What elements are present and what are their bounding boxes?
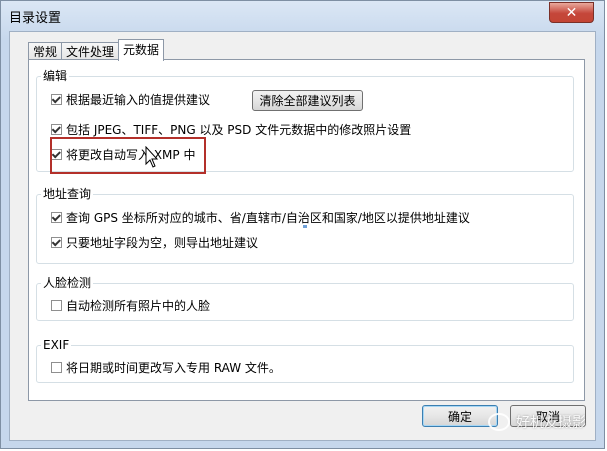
checkbox-include-settings[interactable]: [51, 123, 62, 135]
mouse-cursor-icon: [145, 146, 159, 168]
checkbox-row-exif-raw[interactable]: 将日期或时间更改写入专用 RAW 文件。: [51, 359, 281, 375]
group-address: 地址查询 查询 GPS 坐标所对应的城市、省/直辖市/自治区和国家/地区以提供地…: [36, 187, 574, 264]
checkbox-gps[interactable]: [51, 211, 62, 223]
group-face-title: 人脸检测: [41, 276, 94, 290]
group-exif-title: EXIF: [41, 338, 72, 352]
watermark-text: 好机友摄影: [516, 415, 586, 431]
dialog-window: 目录设置 ✕ 常规 文件处理 元数据 编辑 根据最近输入的值提供建议 清除全部建…: [0, 0, 605, 449]
focus-marker: [303, 225, 307, 228]
tab-metadata[interactable]: 元数据: [118, 39, 165, 61]
watermark: 好机友摄影: [488, 412, 586, 432]
checkbox-exif-raw[interactable]: [51, 361, 62, 373]
metadata-panel: 编辑 根据最近输入的值提供建议 清除全部建议列表 包括 JPEG、TIFF、PN…: [28, 59, 585, 401]
ok-button[interactable]: 确定: [422, 405, 498, 427]
checkbox-face[interactable]: [51, 299, 62, 311]
checkbox-export-address[interactable]: [51, 236, 62, 248]
checkbox-include-settings-label: 包括 JPEG、TIFF、PNG 以及 PSD 文件元数据中的修改照片设置: [66, 122, 412, 137]
tab-strip: 常规 文件处理 元数据: [28, 39, 165, 61]
window-title: 目录设置: [9, 11, 62, 26]
checkbox-export-address-label: 只要地址字段为空，则导出地址建议: [66, 235, 259, 250]
checkbox-row-include-settings[interactable]: 包括 JPEG、TIFF、PNG 以及 PSD 文件元数据中的修改照片设置: [51, 121, 411, 137]
group-face: 人脸检测 自动检测所有照片中的人脸: [36, 276, 574, 321]
clear-suggestions-button[interactable]: 清除全部建议列表: [252, 90, 363, 111]
dialog-client: 常规 文件处理 元数据 编辑 根据最近输入的值提供建议 清除全部建议列表 包括 …: [9, 31, 596, 441]
group-exif: EXIF 将日期或时间更改写入专用 RAW 文件。: [36, 338, 574, 383]
close-icon: ✕: [565, 4, 578, 21]
title-bar[interactable]: 目录设置 ✕: [1, 1, 604, 29]
checkbox-row-face[interactable]: 自动检测所有照片中的人脸: [51, 297, 210, 313]
checkbox-face-label: 自动检测所有照片中的人脸: [66, 298, 211, 313]
group-address-title: 地址查询: [41, 187, 94, 201]
checkbox-suggest-label: 根据最近输入的值提供建议: [66, 92, 211, 107]
checkbox-suggest[interactable]: [51, 93, 62, 105]
checkbox-row-suggest[interactable]: 根据最近输入的值提供建议: [51, 91, 210, 107]
checkbox-row-export-address[interactable]: 只要地址字段为空，则导出地址建议: [51, 234, 258, 250]
highlight-box: [50, 137, 206, 174]
close-button[interactable]: ✕: [549, 2, 594, 23]
checkbox-exif-raw-label: 将日期或时间更改写入专用 RAW 文件。: [66, 360, 281, 375]
checkbox-row-gps[interactable]: 查询 GPS 坐标所对应的城市、省/直辖市/自治区和国家/地区以提供地址建议: [51, 209, 470, 225]
wechat-icon: [488, 413, 510, 431]
group-edit-title: 编辑: [41, 69, 70, 83]
checkbox-gps-label: 查询 GPS 坐标所对应的城市、省/直辖市/自治区和国家/地区以提供地址建议: [66, 210, 470, 225]
